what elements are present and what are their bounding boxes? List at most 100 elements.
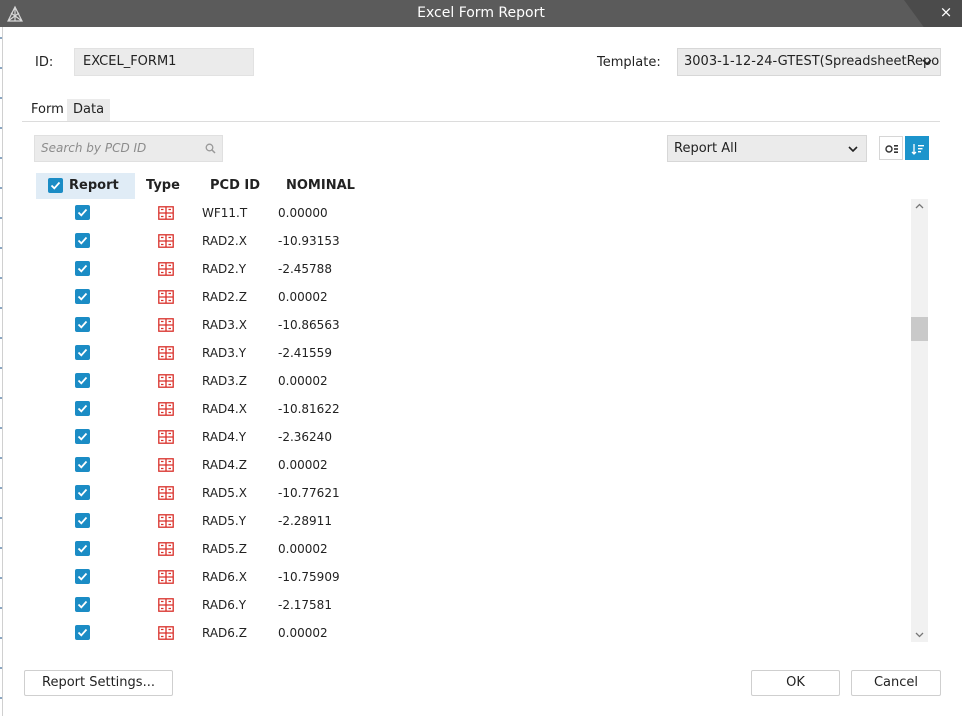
report-checkbox[interactable] bbox=[75, 289, 90, 304]
checkmark-icon bbox=[77, 628, 88, 637]
table-row[interactable]: RAD2.Z 0.00002 bbox=[0, 283, 910, 311]
report-checkbox[interactable] bbox=[75, 233, 90, 248]
template-select[interactable]: 3003-1-12-24-GTEST(SpreadsheetReport) bbox=[677, 48, 941, 76]
checkmark-icon bbox=[77, 320, 88, 329]
scrollbar-thumb[interactable] bbox=[911, 317, 928, 341]
pcd-type-icon bbox=[158, 598, 174, 612]
options-button[interactable] bbox=[879, 136, 903, 160]
checkmark-icon bbox=[77, 348, 88, 357]
report-checkbox[interactable] bbox=[75, 541, 90, 556]
scroll-up-icon[interactable] bbox=[911, 199, 928, 213]
pcd-type-icon bbox=[158, 290, 174, 304]
report-checkbox[interactable] bbox=[75, 205, 90, 220]
template-label: Template: bbox=[597, 55, 661, 70]
report-checkbox[interactable] bbox=[75, 317, 90, 332]
report-checkbox[interactable] bbox=[75, 625, 90, 640]
report-settings-button[interactable]: Report Settings... bbox=[24, 670, 173, 696]
report-checkbox[interactable] bbox=[75, 597, 90, 612]
table-row[interactable]: RAD3.Y -2.41559 bbox=[0, 339, 910, 367]
table-row[interactable]: RAD6.X -10.75909 bbox=[0, 563, 910, 591]
pcd-id-cell: RAD3.X bbox=[202, 318, 247, 332]
nominal-cell: -2.36240 bbox=[278, 430, 332, 444]
column-header-type[interactable]: Type bbox=[146, 173, 180, 199]
nominal-cell: 0.00002 bbox=[278, 542, 328, 556]
pcd-type-icon bbox=[158, 514, 174, 528]
column-header-pcd-id[interactable]: PCD ID bbox=[210, 173, 260, 199]
report-checkbox[interactable] bbox=[75, 485, 90, 500]
table-row[interactable]: RAD4.X -10.81622 bbox=[0, 395, 910, 423]
search-placeholder: Search by PCD ID bbox=[41, 141, 147, 155]
table-row[interactable]: RAD2.Y -2.45788 bbox=[0, 255, 910, 283]
vertical-scrollbar[interactable] bbox=[911, 199, 928, 642]
scroll-down-icon[interactable] bbox=[911, 628, 928, 642]
table-row[interactable]: RAD6.Z 0.00002 bbox=[0, 619, 910, 647]
report-checkbox[interactable] bbox=[75, 345, 90, 360]
pcd-id-cell: WF11.T bbox=[202, 206, 248, 220]
table-row[interactable]: RAD6.Y -2.17581 bbox=[0, 591, 910, 619]
search-icon bbox=[205, 143, 216, 154]
checkmark-icon bbox=[77, 432, 88, 441]
table-row[interactable]: RAD4.Z 0.00002 bbox=[0, 451, 910, 479]
sort-icon bbox=[911, 144, 924, 155]
pcd-id-cell: RAD2.Y bbox=[202, 262, 247, 276]
nominal-cell: 0.00002 bbox=[278, 374, 328, 388]
pcd-type-icon bbox=[158, 318, 174, 332]
sort-button[interactable] bbox=[905, 136, 929, 160]
pcd-type-icon bbox=[158, 458, 174, 472]
checkmark-icon bbox=[77, 600, 88, 609]
chevron-down-icon bbox=[848, 145, 858, 152]
table-row[interactable]: RAD5.Z 0.00002 bbox=[0, 535, 910, 563]
table-row[interactable]: RAD5.X -10.77621 bbox=[0, 479, 910, 507]
table-row[interactable]: RAD5.Y -2.28911 bbox=[0, 507, 910, 535]
id-label: ID: bbox=[35, 55, 54, 70]
checkmark-icon bbox=[77, 236, 88, 245]
column-header-report: Report bbox=[69, 178, 119, 193]
table-row[interactable]: RAD3.X -10.86563 bbox=[0, 311, 910, 339]
select-all-checkbox[interactable] bbox=[48, 178, 63, 193]
report-checkbox[interactable] bbox=[75, 513, 90, 528]
table-row[interactable]: RAD2.X -10.93153 bbox=[0, 227, 910, 255]
tab-data[interactable]: Data bbox=[67, 99, 111, 121]
checkmark-icon bbox=[77, 376, 88, 385]
pcd-id-cell: RAD5.Z bbox=[202, 542, 247, 556]
pcd-id-cell: RAD5.X bbox=[202, 486, 247, 500]
pcd-type-icon bbox=[158, 206, 174, 220]
ok-button[interactable]: OK bbox=[751, 670, 840, 696]
nominal-cell: -2.28911 bbox=[278, 514, 332, 528]
report-checkbox[interactable] bbox=[75, 569, 90, 584]
table-row[interactable]: RAD4.Y -2.36240 bbox=[0, 423, 910, 451]
pcd-id-cell: RAD6.X bbox=[202, 570, 247, 584]
report-checkbox[interactable] bbox=[75, 261, 90, 276]
pcd-id-cell: RAD4.Y bbox=[202, 430, 247, 444]
search-input[interactable]: Search by PCD ID bbox=[34, 135, 223, 162]
checkmark-icon bbox=[77, 544, 88, 553]
nominal-cell: -2.45788 bbox=[278, 262, 332, 276]
pcd-id-cell: RAD4.Z bbox=[202, 458, 247, 472]
report-checkbox[interactable] bbox=[75, 429, 90, 444]
column-header-nominal[interactable]: NOMINAL bbox=[286, 173, 355, 199]
nominal-cell: -10.86563 bbox=[278, 318, 340, 332]
close-button[interactable]: × bbox=[937, 3, 955, 21]
report-filter-select[interactable]: Report All bbox=[667, 135, 867, 162]
report-checkbox[interactable] bbox=[75, 457, 90, 472]
pcd-type-icon bbox=[158, 486, 174, 500]
tab-form[interactable]: Form bbox=[25, 99, 70, 121]
checkmark-icon bbox=[77, 516, 88, 525]
pcd-type-icon bbox=[158, 430, 174, 444]
table-row[interactable]: RAD3.Z 0.00002 bbox=[0, 367, 910, 395]
checkmark-icon bbox=[77, 264, 88, 273]
checkmark-icon bbox=[77, 208, 88, 217]
report-checkbox[interactable] bbox=[75, 401, 90, 416]
report-checkbox[interactable] bbox=[75, 373, 90, 388]
cancel-button[interactable]: Cancel bbox=[851, 670, 941, 696]
pcd-id-cell: RAD4.X bbox=[202, 402, 247, 416]
id-field[interactable]: EXCEL_FORM1 bbox=[74, 48, 254, 76]
pcd-id-cell: RAD6.Y bbox=[202, 598, 247, 612]
window-title: Excel Form Report bbox=[417, 5, 545, 21]
nominal-cell: -2.41559 bbox=[278, 346, 332, 360]
nominal-cell: 0.00002 bbox=[278, 290, 328, 304]
pcd-id-cell: RAD6.Z bbox=[202, 626, 247, 640]
checkmark-icon bbox=[77, 488, 88, 497]
table-row[interactable]: WF11.T 0.00000 bbox=[0, 199, 910, 227]
pcd-id-cell: RAD2.Z bbox=[202, 290, 247, 304]
